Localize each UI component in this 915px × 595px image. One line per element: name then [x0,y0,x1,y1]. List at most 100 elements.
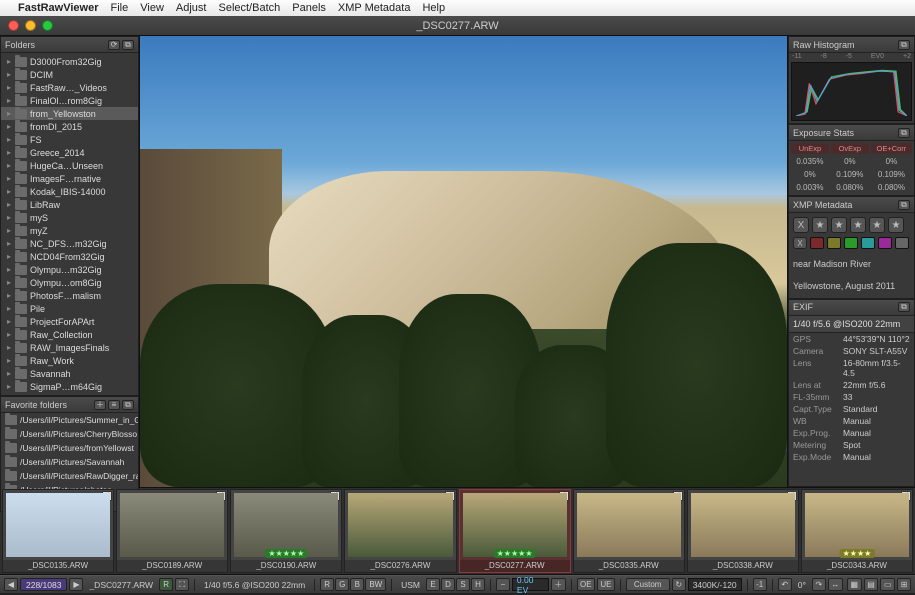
exif-header[interactable]: EXIF ⧉ [789,300,914,316]
folder-item[interactable]: ▸D3000From32Gig [1,55,138,68]
thumbnail[interactable]: ✓_DSC0338.ARW [687,489,799,573]
favorite-item[interactable]: /Users/il/Pictures/fromYellowst [1,441,138,455]
thumbnail[interactable]: ✓_DSC0276.ARW [344,489,456,573]
folder-item[interactable]: ▸LibRaw [1,198,138,211]
usm-d[interactable]: D [441,578,455,591]
stats-header[interactable]: Exposure Stats ⧉ [789,125,914,141]
ue-button[interactable]: UE [597,578,615,591]
xmp-star-4[interactable]: ★ [869,217,885,233]
image-viewer[interactable] [140,36,787,487]
channel-r[interactable]: R [320,578,334,591]
folder-item[interactable]: ▸Olympu…m32Gig [1,263,138,276]
menu-adjust[interactable]: Adjust [176,2,207,14]
folder-tree[interactable]: ▸D3000From32Gig▸DCIM▸FastRaw…_Videos▸Fin… [1,53,138,395]
folder-item[interactable]: ▸FS [1,133,138,146]
folder-item[interactable]: ▸NC_DFS…m32Gig [1,237,138,250]
contrast-value[interactable]: -1 [753,578,767,591]
folder-item[interactable]: ▸ImagesF…rnative [1,172,138,185]
folders-header[interactable]: Folders ⟳ ⧉ [1,37,138,53]
xmp-color-swatch[interactable] [844,237,858,249]
rotate-cw[interactable]: ↷ [812,578,826,591]
nav-next-button[interactable]: ▶ [69,578,83,591]
folder-item[interactable]: ▸FastRaw…_Videos [1,81,138,94]
favorite-item[interactable]: /Users/il/Pictures/Summer_in_G [1,413,138,427]
layout-1[interactable]: ▦ [847,578,862,591]
folder-item[interactable]: ▸Olympu…om8Gig [1,276,138,289]
favorites-header[interactable]: Favorite folders ＋ ≡ ⧉ [1,397,138,413]
folder-item[interactable]: ▸Savannah [1,367,138,380]
folder-item[interactable]: ▸PhotosF…malism [1,289,138,302]
histogram-tool[interactable]: ⧉ [898,40,910,50]
wb-mode-select[interactable]: Custom [626,578,670,591]
menu-view[interactable]: View [140,2,164,14]
folder-item[interactable]: ▸FinalOl…rom8Gig [1,94,138,107]
folder-item[interactable]: ▸Greece_2014 [1,146,138,159]
usm-s[interactable]: S [456,578,470,591]
wb-refresh[interactable]: ↻ [672,578,686,591]
menu-xmp[interactable]: XMP Metadata [338,2,411,14]
menu-help[interactable]: Help [422,2,445,14]
xmp-clear-rating[interactable]: X [793,217,809,233]
xmp-color-swatch[interactable] [878,237,892,249]
favorite-item[interactable]: /Users/il/Pictures/Savannah [1,455,138,469]
window-close-button[interactable] [8,20,19,31]
folder-item[interactable]: ▸from_Yellowston [1,107,138,120]
xmp-header[interactable]: XMP Metadata ⧉ [789,197,914,213]
favorite-item[interactable]: /Users/il/Pictures/CherryBlosso [1,427,138,441]
menu-file[interactable]: File [111,2,129,14]
layout-4[interactable]: ⊞ [897,578,911,591]
nav-prev-button[interactable]: ◀ [4,578,18,591]
favorites-tool-3[interactable]: ⧉ [122,400,134,410]
usm-h[interactable]: H [471,578,485,591]
folder-item[interactable]: ▸NCD04From32Gig [1,250,138,263]
thumbnail[interactable]: ✓_DSC0135.ARW [2,489,114,573]
fullscreen-button[interactable]: ⛶ [175,578,189,591]
thumbnail[interactable]: ✓_DSC0189.ARW [116,489,228,573]
favorites-tool-2[interactable]: ≡ [108,400,120,410]
folder-item[interactable]: ▸Raw_Work [1,354,138,367]
layout-2[interactable]: ▤ [864,578,879,591]
folder-item[interactable]: ▸myZ [1,224,138,237]
folder-item[interactable]: ▸fromDI_2015 [1,120,138,133]
menu-select-batch[interactable]: Select/Batch [218,2,280,14]
xmp-star-1[interactable]: ★ [812,217,828,233]
xmp-star-2[interactable]: ★ [831,217,847,233]
histogram-header[interactable]: Raw Histogram ⧉ [789,37,914,53]
app-menu[interactable]: FastRawViewer [18,2,99,14]
xmp-color-swatch[interactable] [861,237,875,249]
folder-item[interactable]: ▸RAW_ImagesFinals [1,341,138,354]
ev-plus[interactable]: ＋ [551,578,566,591]
folder-item[interactable]: ▸ProjectForAPArt [1,315,138,328]
menu-panels[interactable]: Panels [292,2,326,14]
window-minimize-button[interactable] [25,20,36,31]
folder-item[interactable]: ▸SigmaP…m64Gig [1,380,138,393]
folder-item[interactable]: ▸Kodak_IBIS-14000 [1,185,138,198]
xmp-star-3[interactable]: ★ [850,217,866,233]
exif-tool[interactable]: ⧉ [898,302,910,312]
xmp-color-swatch[interactable] [827,237,841,249]
layout-3[interactable]: ▭ [880,578,895,591]
xmp-color-swatch[interactable] [810,237,824,249]
window-zoom-button[interactable] [42,20,53,31]
xmp-color-swatch[interactable] [895,237,909,249]
filmstrip[interactable]: ✓_DSC0135.ARW✓_DSC0189.ARW✓★★★★★_DSC0190… [0,487,915,575]
usm-e[interactable]: E [426,578,440,591]
favorites-tool-1[interactable]: ＋ [94,400,106,410]
folder-item[interactable]: ▸Raw_Collection [1,328,138,341]
folder-item[interactable]: ▸HugeCa…Unseen [1,159,138,172]
channel-g[interactable]: G [335,578,349,591]
thumbnail[interactable]: ✓★★★★_DSC0343.ARW [801,489,913,573]
thumbnail[interactable]: ✓★★★★★_DSC0190.ARW [230,489,342,573]
folder-item[interactable]: ▸DCIM [1,68,138,81]
folders-tool-1[interactable]: ⟳ [108,40,120,50]
flip-button[interactable]: ↔ [828,578,843,591]
stats-tool[interactable]: ⧉ [898,128,910,138]
channel-bw[interactable]: BW [365,578,386,591]
folder-item[interactable]: ▸Pile [1,302,138,315]
raw-mode-badge[interactable]: R [159,578,173,591]
xmp-clear-label[interactable]: X [793,237,807,249]
oe-button[interactable]: OE [577,578,595,591]
favorite-item[interactable]: /Users/il/Pictures/RawDigger_ra [1,469,138,483]
channel-b[interactable]: B [350,578,364,591]
folders-tool-2[interactable]: ⧉ [122,40,134,50]
